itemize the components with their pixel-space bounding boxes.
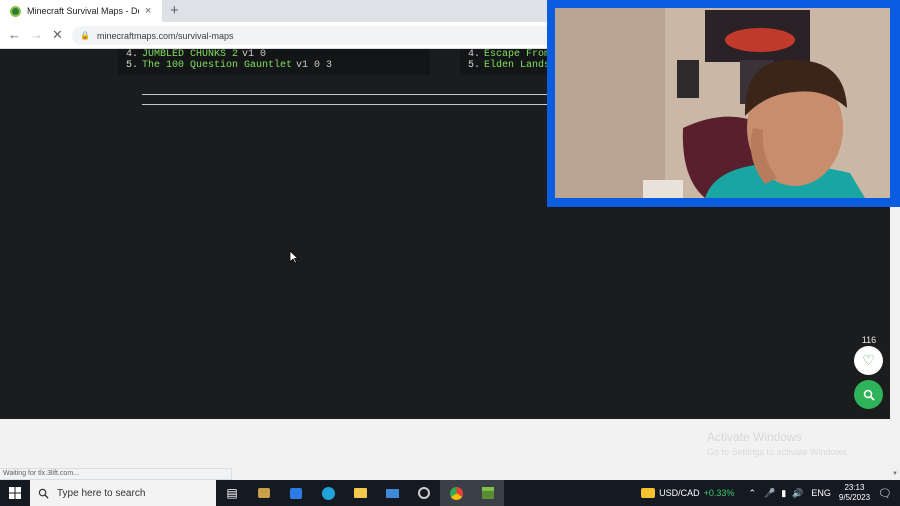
scroll-down-icon[interactable]: ▼ xyxy=(892,471,898,477)
browser-tab[interactable]: Minecraft Survival Maps - Download × xyxy=(0,0,162,22)
volume-icon[interactable]: 🔊 xyxy=(792,488,803,499)
like-count: 116 xyxy=(861,335,877,345)
browser-status-bar: Waiting for tlx.3lift.com... xyxy=(0,468,232,480)
webcam-overlay xyxy=(547,0,900,207)
mail-icon[interactable] xyxy=(376,480,408,506)
divider xyxy=(142,104,548,105)
list-item-name[interactable]: Elden Lands v xyxy=(484,60,548,71)
url-text: minecraftmaps.com/survival-maps xyxy=(96,30,234,41)
webcam-video xyxy=(555,8,890,198)
list-item[interactable]: 5.Elden Lands v xyxy=(468,60,548,71)
minecraft-favicon-icon xyxy=(10,5,21,17)
list-item-name[interactable]: Escape From xyxy=(484,49,548,60)
chevron-up-icon[interactable]: ⌃ xyxy=(748,488,756,499)
new-tab-button[interactable]: + xyxy=(170,2,179,19)
list-item-version: v1 0 xyxy=(242,49,267,60)
search-icon xyxy=(38,488,49,499)
taskbar-search-placeholder: Type here to search xyxy=(57,487,146,499)
system-clock[interactable]: 23:13 9/5/2023 xyxy=(839,483,870,503)
list-item-number: 4. xyxy=(468,49,481,60)
address-bar[interactable]: 🔒 minecraftmaps.com/survival-maps xyxy=(72,26,548,45)
activate-windows-title: Activate Windows xyxy=(707,430,802,444)
popular-maps-list-left: 4. JUMBLED CHUNKS 2 v1 0 5. The 100 Questio… xyxy=(118,49,430,75)
windows-taskbar: Type here to search ▤ USD/CAD +0.33% ⌃ 🎤… xyxy=(0,480,900,506)
list-item[interactable]: 4. JUMBLED CHUNKS 2 v1 0 xyxy=(126,49,422,60)
browser-toolbar: ← → ✕ 🔒 minecraftmaps.com/survival-maps xyxy=(0,22,548,49)
divider xyxy=(142,94,548,95)
input-language[interactable]: ENG xyxy=(811,488,831,498)
tab-title: Minecraft Survival Maps - Download xyxy=(27,6,139,16)
lock-icon[interactable]: 🔒 xyxy=(80,31,90,40)
browser-tab-bar: Minecraft Survival Maps - Download × + xyxy=(0,0,548,22)
search-icon xyxy=(863,389,875,401)
tab-close-icon[interactable]: × xyxy=(145,5,151,17)
chrome-browser-icon[interactable] xyxy=(440,480,472,506)
stop-loading-icon[interactable]: ✕ xyxy=(52,27,63,43)
list-item[interactable]: 5. The 100 Question Gauntlet v1 0 3 xyxy=(126,60,422,71)
search-button[interactable] xyxy=(854,380,883,409)
microphone-icon[interactable]: 🎤 xyxy=(764,488,775,499)
ticker-change: +0.33% xyxy=(703,488,735,498)
heart-icon[interactable]: ♡ xyxy=(854,346,883,375)
list-item-version: v1 0 3 xyxy=(296,60,333,71)
battery-icon[interactable]: ▮ xyxy=(781,488,786,499)
edge-browser-icon[interactable] xyxy=(312,480,344,506)
store-icon[interactable] xyxy=(280,480,312,506)
currency-ticker-icon xyxy=(641,488,656,498)
windows-start-button[interactable] xyxy=(0,480,30,506)
popular-maps-list-right: 4.Escape From 5.Elden Lands v xyxy=(460,49,548,75)
task-view-icon[interactable]: ▤ xyxy=(216,480,248,506)
system-tray: USD/CAD +0.33% ⌃ 🎤 ▮ 🔊 ENG 23:13 9/5/202… xyxy=(641,480,900,506)
list-item-number: 5. xyxy=(468,60,481,71)
list-item-name[interactable]: JUMBLED CHUNKS 2 xyxy=(142,49,238,60)
activate-windows-subtitle: Go to Settings to activate Windows. xyxy=(707,447,850,457)
clock-time: 23:13 xyxy=(844,483,865,492)
taskbar-search-input[interactable]: Type here to search xyxy=(30,480,216,506)
list-item-name[interactable]: The 100 Question Gauntlet xyxy=(142,60,292,71)
ticker-pair[interactable]: USD/CAD xyxy=(659,488,700,498)
minecraft-app-icon[interactable] xyxy=(472,480,504,506)
clock-date: 9/5/2023 xyxy=(838,493,871,502)
media-app-icon[interactable] xyxy=(248,480,280,506)
recorder-app-icon[interactable] xyxy=(408,480,440,506)
list-item-number: 5. xyxy=(126,60,139,71)
forward-arrow-icon[interactable]: → xyxy=(30,27,43,42)
windows-logo-icon xyxy=(9,487,21,499)
file-explorer-icon[interactable] xyxy=(344,480,376,506)
back-arrow-icon[interactable]: ← xyxy=(8,27,21,42)
list-item[interactable]: 4. Escape From xyxy=(468,49,548,60)
page-scrollbar[interactable] xyxy=(890,207,900,480)
notifications-icon[interactable]: 🗨 xyxy=(878,487,892,500)
list-item-number: 4. xyxy=(126,49,139,60)
